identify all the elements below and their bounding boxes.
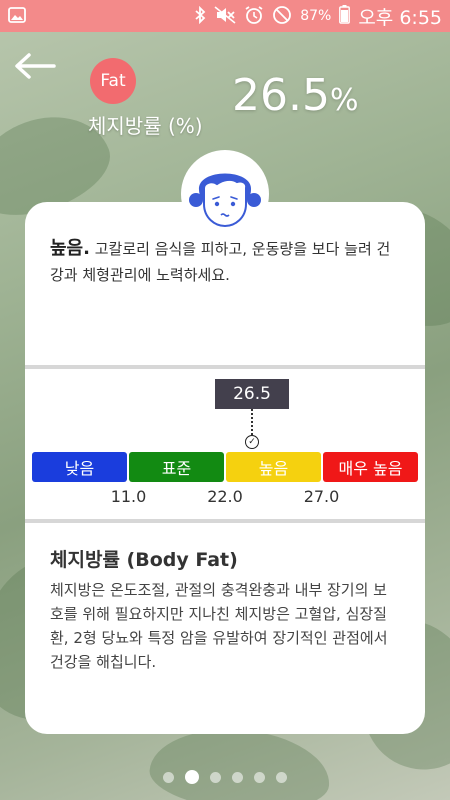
- description-body: 체지방은 온도조절, 관절의 충격완충과 내부 장기의 보호를 위해 필요하지만…: [50, 581, 388, 671]
- result-card: 높음. 고칼로리 음식을 피하고, 운동량을 보다 늘려 건강과 체형관리에 노…: [25, 202, 425, 734]
- battery-icon: [339, 5, 351, 27]
- metric-value: 26.5%: [232, 70, 358, 121]
- range-segment: 표준: [129, 452, 224, 482]
- page-indicator: [0, 770, 450, 784]
- page-dot[interactable]: [276, 771, 287, 783]
- metric-value-unit: %: [329, 83, 359, 118]
- range-segment: 높음: [226, 452, 321, 482]
- description-title: 체지방률 (Body Fat): [50, 549, 238, 571]
- page-dot[interactable]: [185, 770, 199, 784]
- page-dot[interactable]: [163, 771, 174, 783]
- battery-percent: 87%: [300, 8, 332, 24]
- current-value-marker: 26.5: [215, 379, 290, 409]
- page-dot[interactable]: [210, 771, 221, 783]
- range-tick-label: 22.0: [207, 487, 243, 506]
- status-message: 높음. 고칼로리 음식을 피하고, 운동량을 보다 늘려 건강과 체형관리에 노…: [50, 236, 400, 288]
- mute-icon: [214, 5, 236, 27]
- bluetooth-icon: [194, 5, 206, 27]
- status-bar: 87% 오후 6:55: [0, 0, 450, 32]
- status-level: 높음.: [50, 238, 90, 259]
- range-ticks: 11.0 22.0 27.0: [25, 487, 425, 509]
- clock-time: 오후 6:55: [358, 6, 442, 29]
- page-dot[interactable]: [254, 771, 265, 783]
- status-advice: 고칼로리 음식을 피하고, 운동량을 보다 늘려 건강과 체형관리에 노력하세요…: [50, 240, 391, 284]
- range-tick-label: 27.0: [303, 487, 340, 506]
- range-bar: 낮음 표준 높음 매우 높음: [32, 452, 418, 482]
- avatar: [181, 150, 269, 238]
- check-circle-icon: ✓: [245, 435, 260, 449]
- page-dot[interactable]: [232, 771, 243, 783]
- range-segment: 낮음: [32, 452, 127, 482]
- fat-badge: Fat: [90, 58, 136, 104]
- metric-label: 체지방률 (%): [88, 114, 203, 138]
- metric-value-number: 26.5: [232, 70, 330, 121]
- range-tick-label: 11.0: [110, 487, 147, 506]
- alarm-icon: [244, 5, 264, 28]
- range-segment: 매우 높음: [323, 452, 418, 482]
- pointer-line: [251, 409, 254, 435]
- face-icon: [189, 173, 261, 228]
- description-section: 체지방률 (Body Fat) 체지방은 온도조절, 관절의 충격완충과 내부 …: [25, 523, 425, 674]
- range-scale: 26.5 ✓ 낮음 표준 높음 매우 높음 11.0 22.0 27.0: [25, 369, 425, 519]
- gallery-icon: [8, 6, 26, 26]
- back-button[interactable]: [12, 46, 58, 86]
- do-not-disturb-icon: [272, 5, 292, 28]
- back-arrow-icon: [15, 53, 56, 79]
